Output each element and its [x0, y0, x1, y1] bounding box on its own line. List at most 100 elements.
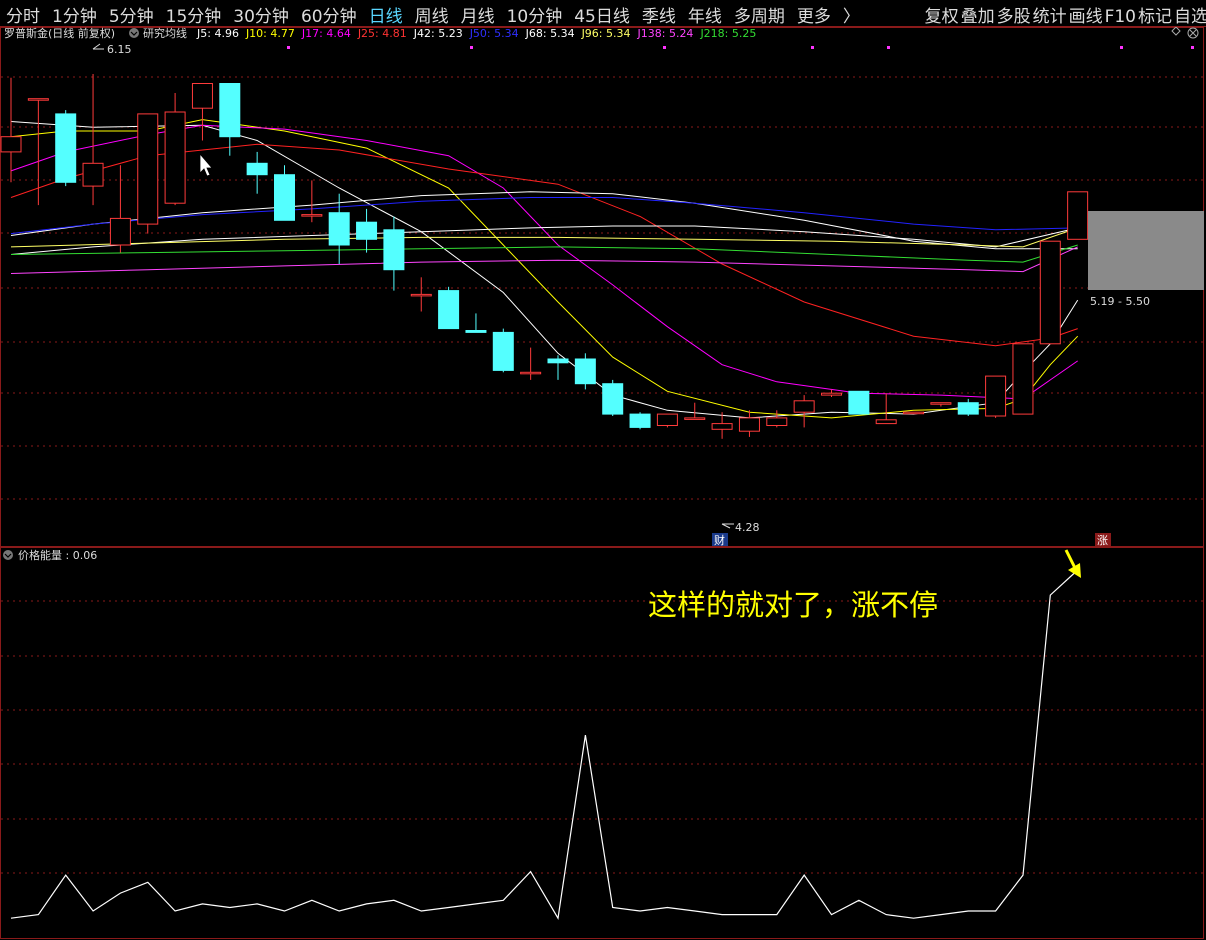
tool-2[interactable]: 多股 — [997, 7, 1031, 27]
period-tab-6[interactable]: 日线 — [369, 7, 403, 27]
candle — [383, 216, 405, 291]
signal-dot — [287, 46, 290, 49]
signal-dot — [470, 46, 473, 49]
candle — [55, 110, 77, 187]
candle — [903, 411, 925, 415]
svg-text:涨: 涨 — [1097, 534, 1108, 547]
panel-close-icon[interactable] — [1187, 27, 1199, 39]
ma-label-6: J68: 5.34 — [525, 27, 575, 40]
diamond-icon[interactable] — [1171, 27, 1181, 36]
period-tab-9[interactable]: 10分钟 — [507, 7, 563, 27]
low-label: 4.28 — [735, 521, 760, 534]
price-range-box — [1088, 211, 1204, 290]
period-tabs: 分时 1分钟 5分钟 15分钟 30分钟 60分钟 日线 周线 月线 10分钟 45日线 季线 年线 多周… — [6, 2, 872, 27]
candle — [164, 93, 186, 206]
period-tab-5[interactable]: 60分钟 — [301, 7, 357, 27]
ma-label-row: J5: 4.96 J10: 4.77 J17: 4.64 J25: 4.81 J42: … — [196, 27, 756, 40]
range-label: 5.19 - 5.50 — [1090, 295, 1150, 308]
sub-indicator-toggle-icon[interactable] — [3, 550, 13, 560]
period-tab-10[interactable]: 45日线 — [574, 7, 630, 27]
tool-7[interactable]: 自选 — [1174, 7, 1206, 27]
candle — [438, 286, 460, 330]
chart-area: 罗普斯金(日线 前复权) 研究均线 J5: 4.96 J10: 4.77 J17: … — [0, 27, 1204, 939]
candle — [520, 347, 542, 380]
ma-line-J138 — [10, 246, 1078, 274]
candle — [875, 393, 897, 425]
candle — [109, 165, 131, 253]
candle — [930, 402, 952, 407]
sub-panel-frame — [0, 547, 1204, 939]
period-tab-4[interactable]: 30分钟 — [233, 7, 289, 27]
ma-label-5: J50: 5.34 — [469, 27, 519, 40]
signal-dot — [811, 46, 814, 49]
candle — [629, 412, 651, 430]
candle — [492, 328, 514, 373]
tool-4[interactable]: 画线 — [1069, 7, 1103, 27]
cai-badge[interactable]: 财 — [712, 533, 728, 547]
period-tab-1[interactable]: 1分钟 — [52, 7, 97, 27]
period-tab-12[interactable]: 年线 — [688, 7, 722, 27]
ma-label-7: J96: 5.34 — [581, 27, 631, 40]
period-tab-2[interactable]: 5分钟 — [109, 7, 154, 27]
main-panel-frame — [0, 27, 1204, 547]
candle — [356, 208, 378, 253]
tool-6[interactable]: 标记 — [1138, 7, 1172, 27]
period-tab-0[interactable]: 分时 — [6, 7, 40, 27]
zhang-badge[interactable]: 涨 — [1095, 533, 1111, 547]
ma-label-4: J42: 5.23 — [413, 27, 463, 40]
candle — [656, 413, 678, 428]
signal-dot — [1120, 46, 1123, 49]
candle — [82, 74, 104, 206]
annotation-text: 这样的就对了，涨不停 — [648, 588, 938, 622]
candle — [738, 410, 760, 437]
period-tab-3[interactable]: 15分钟 — [166, 7, 222, 27]
ma-label-0: J5: 4.96 — [196, 27, 239, 40]
candle — [848, 390, 870, 415]
period-tab-13[interactable]: 多周期 — [734, 7, 785, 27]
candle — [328, 193, 350, 264]
period-tab-8[interactable]: 月线 — [461, 7, 495, 27]
more-arrow-icon[interactable]: 〉 — [843, 7, 860, 27]
top-toolbar: 分时 1分钟 5分钟 15分钟 30分钟 60分钟 日线 周线 月线 10分钟 45日线 季线 年线 多周… — [0, 0, 1206, 27]
candle — [410, 277, 432, 312]
candle — [0, 77, 22, 183]
period-tab-14[interactable]: 更多 — [797, 7, 831, 27]
ma-label-8: J138: 5.24 — [637, 27, 694, 40]
tool-1[interactable]: 叠加 — [961, 7, 995, 27]
candle — [246, 151, 268, 194]
candle — [766, 410, 788, 428]
candle — [465, 313, 487, 333]
candle — [957, 398, 979, 416]
tool-5[interactable]: F10 — [1105, 7, 1136, 27]
candle — [274, 165, 295, 221]
candle — [1067, 191, 1089, 240]
right-tools: 复权 叠加 多股 统计 画线 F10 标记 自选 — [923, 2, 1206, 27]
ma-line-J218 — [10, 244, 1078, 263]
ma-label-3: J25: 4.81 — [357, 27, 407, 40]
sub-indicator-label: 价格能量 : 0.06 — [18, 548, 97, 562]
signal-dots — [287, 46, 1194, 49]
candle — [793, 395, 815, 428]
candle — [574, 353, 596, 390]
candle — [301, 180, 323, 223]
indicator-name: 研究均线 — [143, 27, 187, 40]
low-marker: 4.28 — [721, 521, 760, 534]
ma-label-2: J17: 4.64 — [301, 27, 351, 40]
candle — [219, 83, 241, 156]
period-tab-7[interactable]: 周线 — [415, 7, 449, 27]
signal-dot — [887, 46, 890, 49]
candle — [137, 113, 159, 234]
tool-0[interactable]: 复权 — [925, 7, 959, 27]
period-tab-11[interactable]: 季线 — [642, 7, 676, 27]
indicator-toggle-icon[interactable] — [129, 28, 139, 38]
candle — [27, 98, 49, 206]
tool-3[interactable]: 统计 — [1033, 7, 1067, 27]
ma-label-9: J218: 5.25 — [699, 27, 756, 40]
candle — [191, 83, 213, 141]
candle — [602, 379, 624, 416]
candle — [684, 402, 706, 420]
candles — [0, 74, 1089, 439]
candle — [1012, 343, 1034, 415]
signal-dot — [663, 46, 666, 49]
candle — [1039, 240, 1061, 345]
